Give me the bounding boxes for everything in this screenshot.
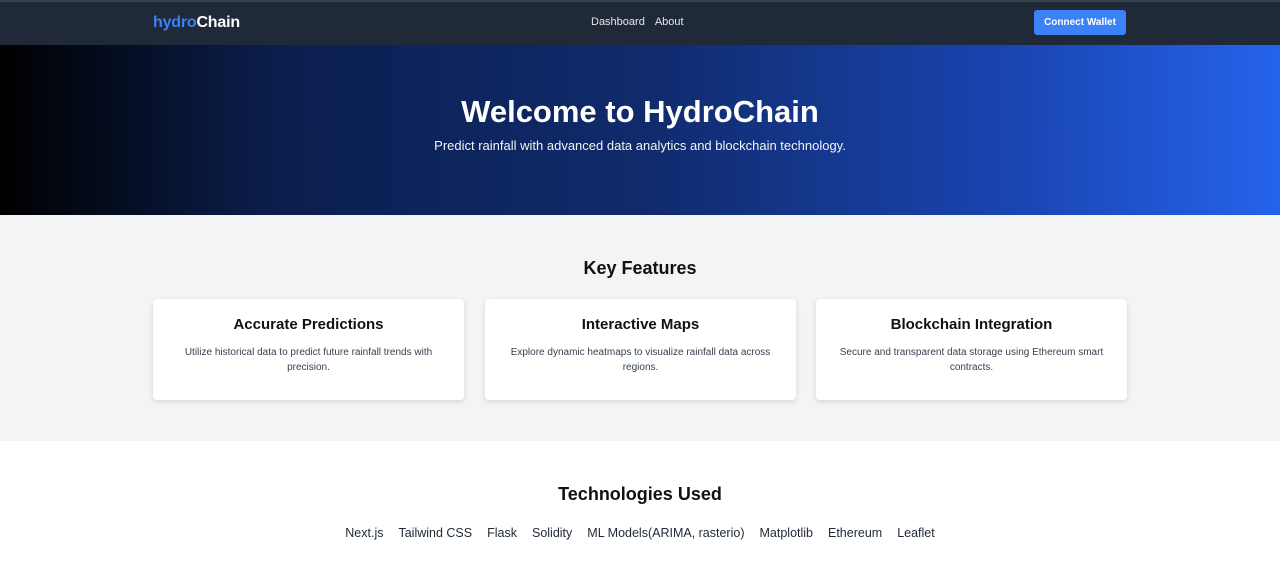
feature-card-title: Accurate Predictions [233, 316, 384, 333]
feature-card-accurate-predictions: Accurate Predictions Utilize historical … [153, 299, 464, 400]
features-section: Key Features Accurate Predictions Utiliz… [0, 215, 1280, 441]
tech-item-flask: Flask [487, 526, 517, 540]
hero-title: Welcome to HydroChain [461, 94, 819, 129]
feature-card-interactive-maps: Interactive Maps Explore dynamic heatmap… [485, 299, 796, 400]
nav-links: Dashboard About [591, 16, 684, 28]
brand-part-hydro: hydro [153, 14, 197, 31]
brand-part-chain: Chain [196, 14, 240, 31]
nav-link-about[interactable]: About [655, 16, 684, 28]
hero-section: Welcome to HydroChain Predict rainfall w… [0, 45, 1280, 215]
tech-item-leaflet: Leaflet [897, 526, 935, 540]
features-title: Key Features [583, 258, 697, 278]
nav-link-dashboard[interactable]: Dashboard [591, 16, 645, 28]
feature-card-description: Secure and transparent data storage usin… [839, 347, 1104, 373]
feature-card-title: Interactive Maps [581, 316, 700, 333]
connect-wallet-button[interactable]: Connect Wallet [1034, 10, 1126, 35]
navbar: hydroChain Dashboard About Connect Walle… [0, 0, 1280, 45]
tech-item-ethereum: Ethereum [828, 526, 883, 540]
tech-item-solidity: Solidity [531, 526, 573, 540]
tech-item-tailwind: Tailwind CSS [398, 526, 473, 540]
hero-subtitle: Predict rainfall with advanced data anal… [434, 138, 846, 153]
tech-item-nextjs: Next.js [345, 526, 384, 540]
tech-item-ml-models: ML Models(ARIMA, rasterio) [587, 526, 745, 540]
technologies-list: Next.js Tailwind CSS Flask Solidity ML M… [0, 526, 1280, 540]
brand-logo[interactable]: hydroChain [153, 14, 240, 32]
feature-card-description: Explore dynamic heatmaps to visualize ra… [510, 347, 771, 373]
technologies-title: Technologies Used [558, 484, 722, 504]
feature-card-description: Utilize historical data to predict futur… [184, 347, 433, 373]
feature-card-title: Blockchain Integration [890, 316, 1053, 333]
technologies-section: Technologies Used Next.js Tailwind CSS F… [0, 441, 1280, 580]
feature-card-blockchain-integration: Blockchain Integration Secure and transp… [816, 299, 1127, 400]
tech-item-matplotlib: Matplotlib [759, 526, 814, 540]
